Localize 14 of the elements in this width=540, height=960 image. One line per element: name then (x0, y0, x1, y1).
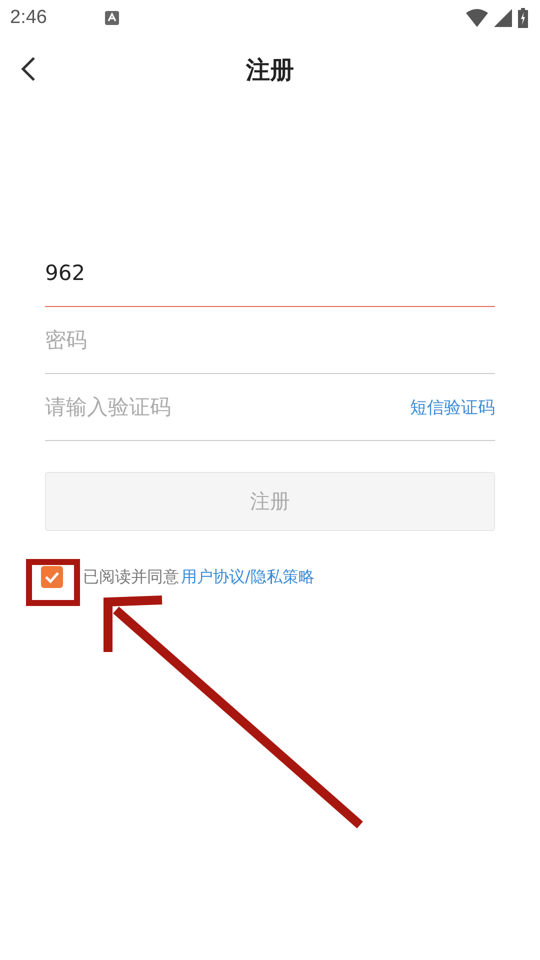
agree-checkbox[interactable] (41, 566, 63, 588)
back-button[interactable] (20, 56, 36, 82)
agreement-text: 已阅读并同意 (83, 566, 179, 588)
page-title: 注册 (246, 55, 294, 86)
password-field[interactable]: 密码 (45, 307, 495, 374)
send-code-link[interactable]: 短信验证码 (410, 396, 495, 419)
battery-charging-icon (518, 8, 528, 28)
wifi-icon (466, 9, 488, 27)
highlight-frame (26, 559, 80, 606)
signal-icon (494, 9, 512, 27)
phone-field[interactable]: 962 (45, 240, 495, 307)
keyboard-notification-icon (104, 11, 119, 25)
terms-link[interactable]: 用户协议/隐私策略 (181, 566, 314, 588)
clock-time: 2:46 (10, 7, 47, 29)
